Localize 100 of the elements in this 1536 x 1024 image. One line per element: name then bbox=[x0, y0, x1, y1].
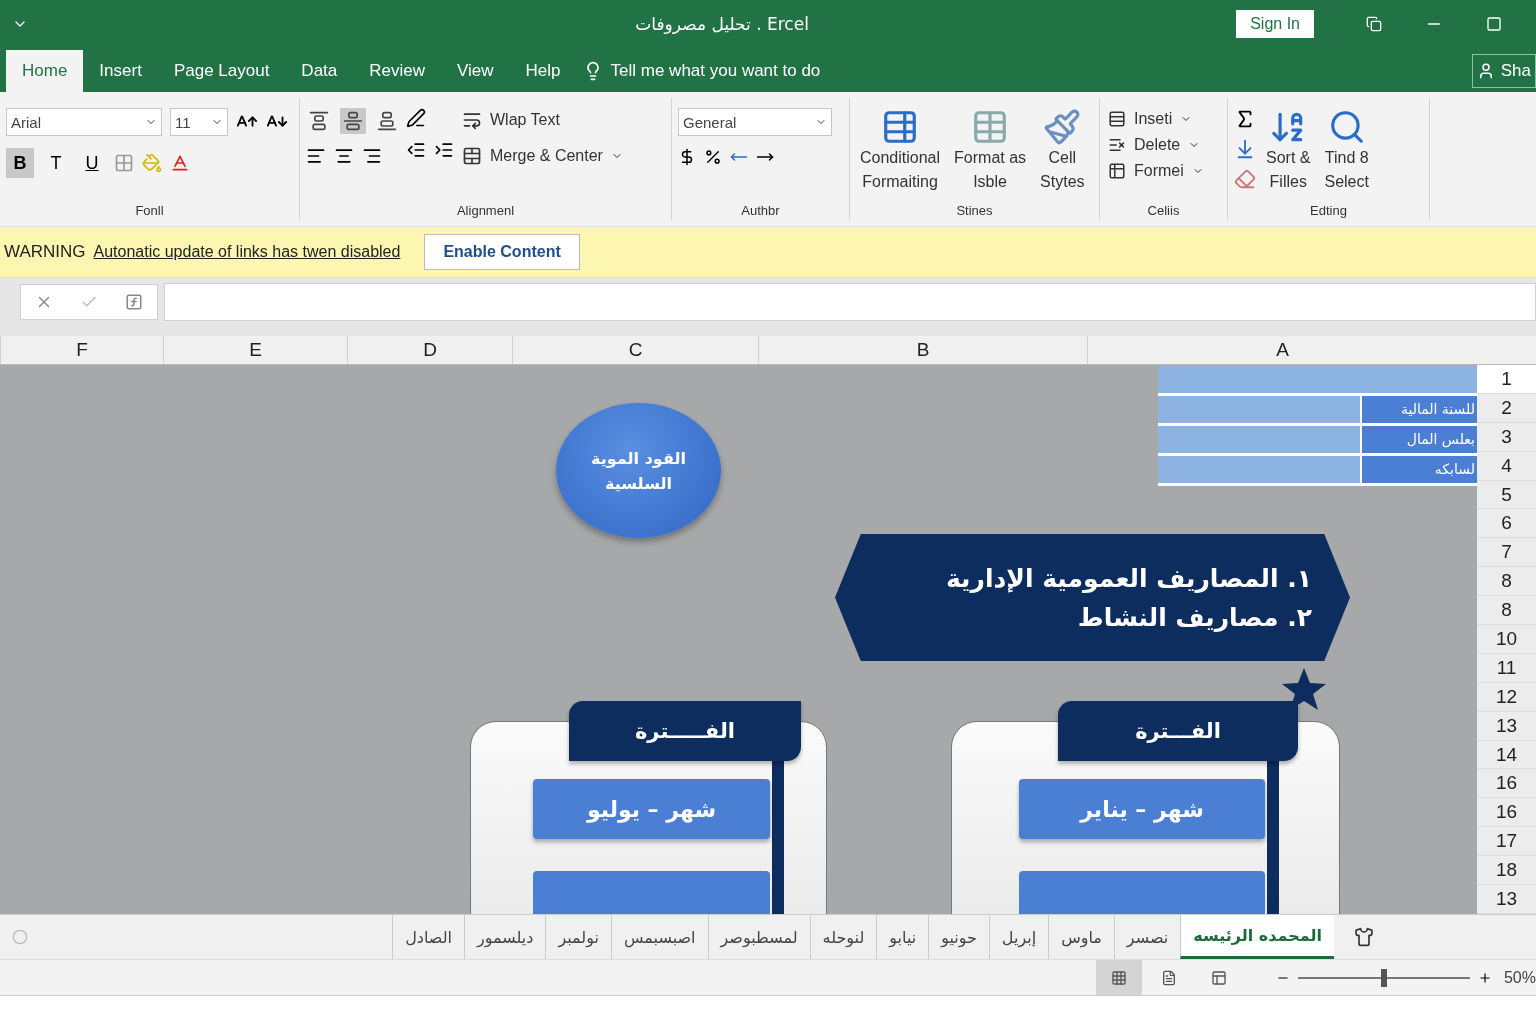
row-header[interactable]: 16 bbox=[1477, 798, 1536, 828]
cell-styles-button[interactable]: Cell Stytes bbox=[1036, 108, 1089, 203]
star-icon bbox=[1281, 667, 1327, 711]
banner-shape: ١. المصاريف العمومية الإدارية ٢. مصاريف النشاط bbox=[835, 534, 1350, 661]
align-left-icon[interactable] bbox=[306, 146, 326, 166]
bold-button[interactable]: B bbox=[6, 148, 34, 178]
sign-in-button[interactable]: Sign In bbox=[1236, 10, 1314, 38]
align-center-icon[interactable] bbox=[334, 146, 354, 166]
fill-color-icon[interactable] bbox=[142, 153, 162, 173]
paintbrush-icon bbox=[1043, 108, 1082, 146]
delete-button[interactable]: Delete bbox=[1106, 134, 1206, 156]
ribbon-tab[interactable]: Home bbox=[6, 50, 84, 92]
view-icon bbox=[1160, 969, 1177, 986]
row-header[interactable]: 1 bbox=[1477, 365, 1536, 394]
merge-cells-icon bbox=[462, 146, 482, 166]
zoom-thumb[interactable] bbox=[1380, 968, 1387, 987]
wrap-text-icon bbox=[462, 110, 482, 130]
card-header: الفـــــترة bbox=[569, 701, 801, 761]
oval-shape: القود الموية السلسية bbox=[556, 403, 721, 538]
row-header[interactable]: 7 bbox=[1477, 538, 1536, 568]
card-header: الفـــترة bbox=[1058, 701, 1298, 761]
group-label: Fonll bbox=[134, 203, 165, 220]
font-color-icon[interactable] bbox=[170, 153, 190, 173]
borders-icon[interactable] bbox=[114, 153, 134, 173]
formula-input[interactable] bbox=[164, 283, 1536, 321]
maximize-icon[interactable] bbox=[1486, 16, 1502, 32]
sheet-tab[interactable]: المحمده الرئيسه bbox=[1180, 915, 1334, 959]
font-name-field[interactable]: Arial bbox=[6, 108, 162, 136]
number-format-field[interactable]: General bbox=[678, 108, 832, 136]
eraser-icon[interactable] bbox=[1234, 168, 1256, 190]
share-button[interactable]: Sha bbox=[1471, 54, 1536, 88]
window-title: تحليل مصروفات . Ercel bbox=[634, 14, 810, 34]
ribbon-display-icon[interactable] bbox=[1366, 16, 1382, 32]
zoom-level: 50% bbox=[1503, 968, 1536, 987]
format-as-table-button[interactable]: Format as Isble bbox=[950, 108, 1031, 203]
row-header[interactable]: 17 bbox=[1477, 827, 1536, 857]
column-header[interactable]: F bbox=[0, 336, 163, 364]
row-header[interactable]: 14 bbox=[1477, 740, 1536, 770]
column-header[interactable]: E bbox=[163, 336, 347, 364]
row-header[interactable]: 8 bbox=[1477, 596, 1536, 625]
wrap-text-button[interactable]: Wlap Text bbox=[460, 108, 625, 132]
format-button[interactable]: Formei bbox=[1106, 160, 1206, 182]
row-header[interactable]: 11 bbox=[1477, 653, 1536, 683]
month-bar: شهر – يناير bbox=[1019, 779, 1265, 839]
table-cell: لسابكه bbox=[1362, 456, 1477, 483]
align-right-icon[interactable] bbox=[362, 146, 382, 166]
row-header[interactable]: 6 bbox=[1477, 509, 1536, 539]
increase-indent-icon[interactable] bbox=[434, 140, 454, 160]
ribbon-tab[interactable]: View bbox=[441, 50, 510, 92]
function-icon[interactable] bbox=[125, 293, 144, 311]
row-header[interactable]: 4 bbox=[1477, 451, 1536, 481]
decrease-indent-icon[interactable] bbox=[406, 140, 426, 160]
view-icon bbox=[1210, 969, 1227, 986]
rows-icon bbox=[1108, 110, 1126, 128]
tell-me-search[interactable]: Tell me what you want to do bbox=[576, 50, 827, 92]
column-header[interactable]: D bbox=[347, 336, 512, 364]
row-header[interactable]: 18 bbox=[1477, 856, 1536, 886]
enable-content-button[interactable]: Enable Content bbox=[424, 234, 580, 270]
view-icon bbox=[1110, 969, 1127, 986]
group-label: Alignmenl bbox=[455, 203, 516, 220]
zoom-in-icon[interactable] bbox=[1477, 970, 1492, 985]
conditional-formatting-button[interactable]: Conditional Formaiting bbox=[856, 108, 945, 203]
row-header[interactable]: 5 bbox=[1477, 480, 1536, 510]
merge-center-button[interactable]: Merge & Center bbox=[460, 144, 625, 168]
vertical-align-button[interactable] bbox=[340, 108, 366, 134]
warning-link[interactable]: Autonatic update of links has twen disabled bbox=[93, 243, 401, 261]
month-bar: شهر – يوليو bbox=[533, 779, 770, 839]
table-cell: بعلس المال bbox=[1362, 426, 1477, 453]
table-icon bbox=[1108, 162, 1126, 180]
group-label: Edting bbox=[1309, 203, 1348, 220]
insert-button[interactable]: Inseti bbox=[1106, 108, 1206, 130]
underline-button[interactable]: U bbox=[78, 148, 106, 178]
group-label: Stines bbox=[955, 203, 994, 220]
font-size-field[interactable]: 11 bbox=[170, 108, 228, 136]
ribbon-tab[interactable]: Help bbox=[509, 50, 577, 92]
column-header[interactable]: A bbox=[1087, 336, 1477, 364]
row-header[interactable]: 8 bbox=[1477, 567, 1536, 597]
view-mode-button[interactable] bbox=[1095, 960, 1142, 995]
ribbon-tab[interactable]: Review bbox=[353, 50, 442, 92]
row-header[interactable]: 10 bbox=[1477, 625, 1536, 654]
find-select-button[interactable]: Tind 8 Select bbox=[1320, 108, 1373, 203]
warning-label: WARNING bbox=[4, 242, 86, 262]
percent-icon[interactable] bbox=[704, 148, 722, 166]
row-header[interactable]: 12 bbox=[1477, 682, 1536, 712]
row-header[interactable]: 16 bbox=[1477, 769, 1536, 799]
ribbon-tab[interactable]: Insert bbox=[83, 50, 158, 92]
group-label: Celiis bbox=[1146, 203, 1181, 220]
row-header[interactable]: 3 bbox=[1477, 422, 1536, 452]
table-cell: للسنة المالية bbox=[1362, 396, 1477, 423]
column-header[interactable]: C bbox=[512, 336, 758, 364]
italic-button[interactable]: T bbox=[42, 148, 70, 178]
ribbon-tab[interactable]: Data bbox=[285, 50, 354, 92]
row-header[interactable]: 13 bbox=[1477, 711, 1536, 741]
shirt-icon[interactable] bbox=[1354, 927, 1374, 947]
row-header[interactable]: 13 bbox=[1477, 885, 1536, 914]
ribbon-tab[interactable]: Page Layout bbox=[157, 50, 286, 92]
sort-filter-button[interactable]: Sort & Filles bbox=[1262, 108, 1315, 203]
column-header[interactable]: B bbox=[758, 336, 1087, 364]
list-delete-icon bbox=[1108, 136, 1126, 154]
row-header[interactable]: 2 bbox=[1477, 393, 1536, 423]
